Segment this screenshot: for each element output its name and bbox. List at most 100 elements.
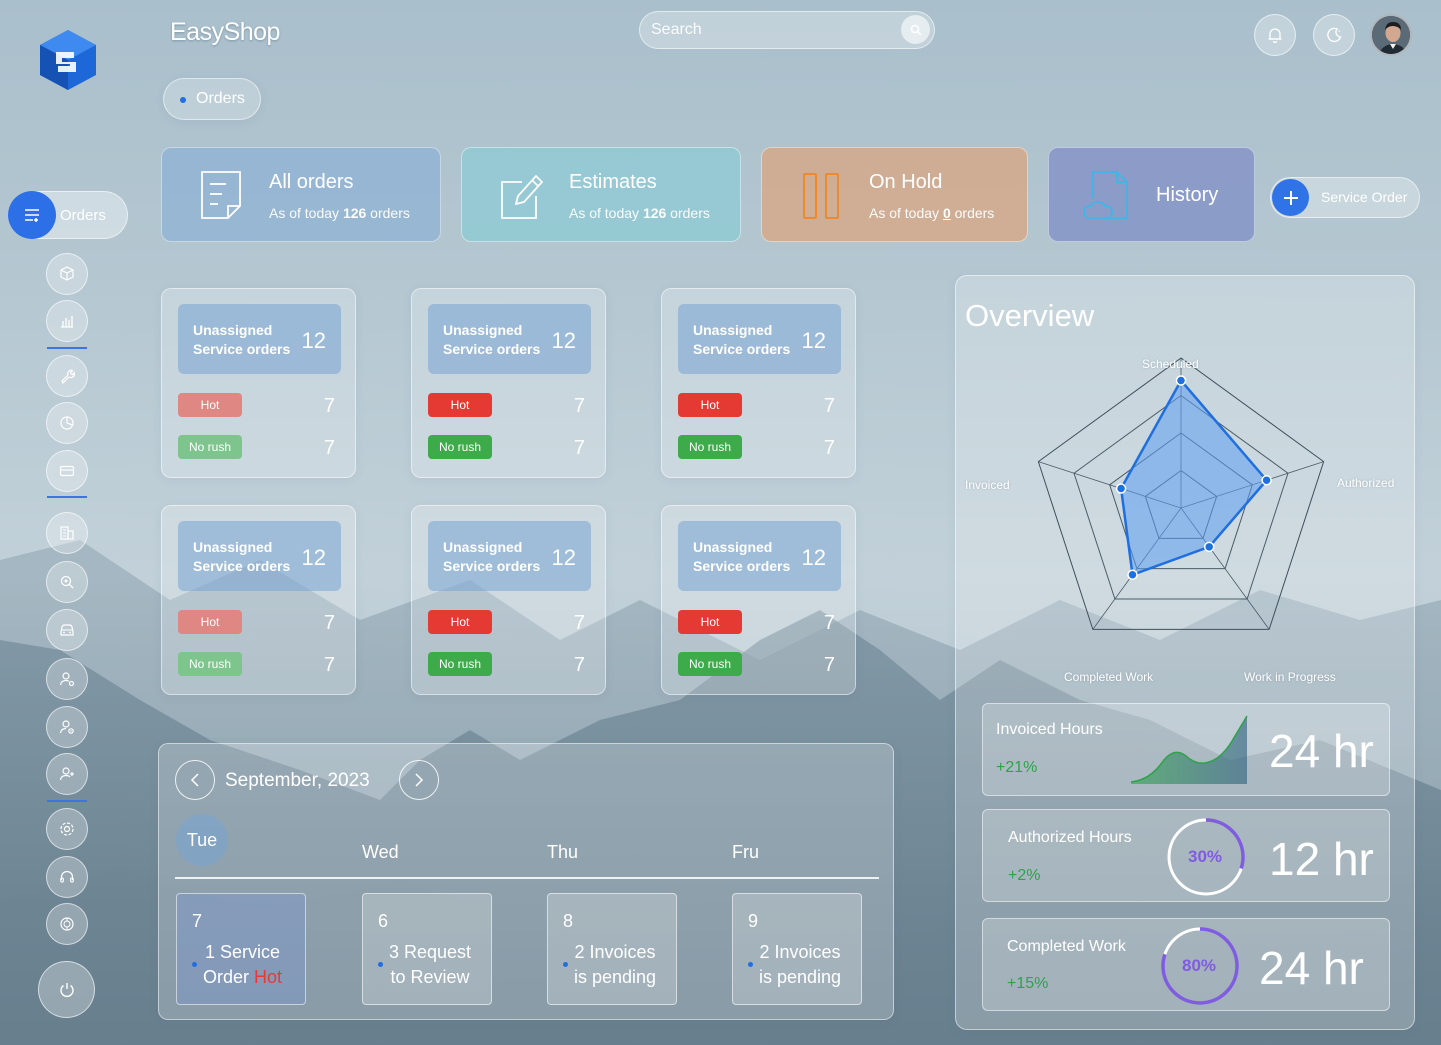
edit-icon: [501, 174, 544, 219]
order-card[interactable]: Unassigned Service orders 12 Hot 7 No rush 7: [661, 505, 856, 695]
order-card[interactable]: Unassigned Service orders 12 Hot 7 No rush 7: [161, 288, 356, 478]
sparkline-chart: [1131, 715, 1248, 784]
logo-icon: [40, 30, 96, 90]
sidebar-item-analytics[interactable]: [46, 402, 88, 444]
no-rush-count: 7: [573, 654, 585, 676]
sidebar-item-locations[interactable]: [46, 512, 88, 554]
day-wed[interactable]: Wed: [362, 842, 399, 863]
order-card[interactable]: Unassigned Service orders 12 Hot 7 No rush 7: [411, 288, 606, 478]
search-input[interactable]: Search: [651, 21, 702, 39]
no-rush-tag[interactable]: No rush: [678, 652, 742, 676]
calendar-event[interactable]: 8 2 Invoices is pending: [547, 893, 677, 1005]
service-order-label: Service Order: [1321, 189, 1408, 205]
sidebar-item-support[interactable]: [46, 856, 88, 898]
sidebar-divider: [47, 496, 87, 498]
no-rush-tag[interactable]: No rush: [678, 435, 742, 459]
card-title: All orders: [269, 171, 354, 193]
stat-authorized-hours[interactable]: Authorized Hours +2% 30% 12 hr: [982, 809, 1390, 902]
pause-icon: [803, 173, 839, 219]
document-icon: [201, 171, 241, 219]
no-rush-tag[interactable]: No rush: [178, 652, 242, 676]
easyshop-logo[interactable]: [36, 28, 100, 92]
order-card[interactable]: Unassigned Service orders 12 Hot 7 No rush 7: [161, 505, 356, 695]
theme-toggle-button[interactable]: [1313, 14, 1355, 56]
sidebar-item-products[interactable]: [46, 253, 88, 295]
no-rush-tag[interactable]: No rush: [178, 435, 242, 459]
hot-tag[interactable]: Hot: [678, 610, 742, 634]
prev-month-button[interactable]: [175, 760, 215, 800]
hot-count: 7: [573, 612, 585, 634]
event-text: 2 Invoices is pending: [759, 942, 842, 987]
next-month-button[interactable]: [399, 760, 439, 800]
day-tue[interactable]: Tue: [176, 814, 228, 866]
stat-name: Invoiced Hours: [996, 721, 1103, 738]
event-date: 7: [192, 911, 203, 931]
headset-icon: [60, 870, 74, 883]
no-rush-count: 7: [823, 654, 835, 676]
sidebar-item-orders[interactable]: Orders: [8, 191, 128, 239]
hot-tag[interactable]: Hot: [428, 393, 492, 417]
card-all-orders[interactable]: All orders As of today 126 orders: [161, 147, 441, 242]
radar-axis-scheduled: Scheduled: [1142, 357, 1199, 371]
event-dot: [748, 962, 753, 967]
hot-tag[interactable]: Hot: [178, 610, 242, 634]
day-fri[interactable]: Fru: [732, 842, 759, 863]
moon-icon: [1327, 27, 1342, 43]
event-date: 8: [563, 911, 574, 931]
order-card-header: Unassigned Service orders 12: [178, 521, 341, 591]
breadcrumb[interactable]: Orders: [163, 78, 261, 120]
order-card[interactable]: Unassigned Service orders 12 Hot 7 No rush 7: [661, 288, 856, 478]
no-rush-count: 7: [823, 437, 835, 459]
order-card[interactable]: Unassigned Service orders 12 Hot 7 No rush 7: [411, 505, 606, 695]
user-avatar[interactable]: [1370, 14, 1412, 56]
sidebar-item-help[interactable]: [46, 903, 88, 945]
event-dot: [378, 962, 383, 967]
sidebar-item-lookup[interactable]: [46, 561, 88, 603]
hot-count: 7: [823, 395, 835, 417]
hot-count: 7: [823, 612, 835, 634]
stat-name: Completed Work: [1007, 938, 1126, 955]
power-icon: [59, 982, 74, 997]
card-title: Estimates: [569, 171, 657, 193]
brand-name[interactable]: EasyShop: [170, 18, 280, 47]
hot-tag[interactable]: Hot: [678, 393, 742, 417]
sidebar-item-reports[interactable]: [46, 300, 88, 342]
orders-menu-button[interactable]: [8, 191, 56, 239]
stat-completed-work[interactable]: Completed Work +15% 80% 24 hr: [982, 918, 1390, 1011]
sidebar-divider: [47, 347, 87, 349]
card-history[interactable]: History: [1048, 147, 1255, 242]
sidebar-item-customers[interactable]: [46, 658, 88, 700]
power-button[interactable]: [38, 961, 95, 1018]
stat-invoiced-hours[interactable]: Invoiced Hours +21% 24 hr: [982, 703, 1390, 796]
calendar-event[interactable]: 9 2 Invoices is pending: [732, 893, 862, 1005]
plus-icon: [1283, 190, 1298, 205]
card-subtitle: As of today 126 orders: [569, 205, 710, 221]
hot-tag[interactable]: Hot: [428, 610, 492, 634]
no-rush-tag[interactable]: No rush: [428, 435, 492, 459]
radar-point-completed-work: [1127, 569, 1138, 580]
plus-button[interactable]: [1272, 179, 1309, 216]
hot-tag[interactable]: Hot: [178, 393, 242, 417]
hot-count: 7: [323, 395, 335, 417]
no-rush-tag[interactable]: No rush: [428, 652, 492, 676]
wrench-icon: [61, 369, 75, 385]
no-rush-count: 7: [573, 437, 585, 459]
sidebar-item-add-user[interactable]: [46, 753, 88, 795]
day-thu[interactable]: Thu: [547, 842, 578, 863]
search-button[interactable]: [901, 15, 930, 44]
sidebar-item-staff[interactable]: [46, 706, 88, 748]
radar-axis-completed-work: Completed Work: [1064, 670, 1154, 684]
search-bar[interactable]: Search: [639, 11, 935, 49]
sidebar-item-tools[interactable]: [46, 355, 88, 397]
sidebar-item-payments[interactable]: [46, 450, 88, 492]
radar-point-authorized: [1261, 474, 1272, 486]
calendar-event[interactable]: 7 1 Service Order Hot: [176, 893, 306, 1005]
notifications-button[interactable]: [1254, 14, 1296, 56]
card-on-hold[interactable]: On Hold As of today 0 orders: [761, 147, 1028, 242]
sidebar-item-settings[interactable]: [46, 808, 88, 850]
calendar-event[interactable]: 6 3 Request to Review: [362, 893, 492, 1005]
sidebar-item-vehicles[interactable]: [46, 609, 88, 651]
add-service-order-button[interactable]: Service Order: [1270, 177, 1420, 218]
stat-change: +21%: [996, 759, 1038, 776]
card-estimates[interactable]: Estimates As of today 126 orders: [461, 147, 741, 242]
